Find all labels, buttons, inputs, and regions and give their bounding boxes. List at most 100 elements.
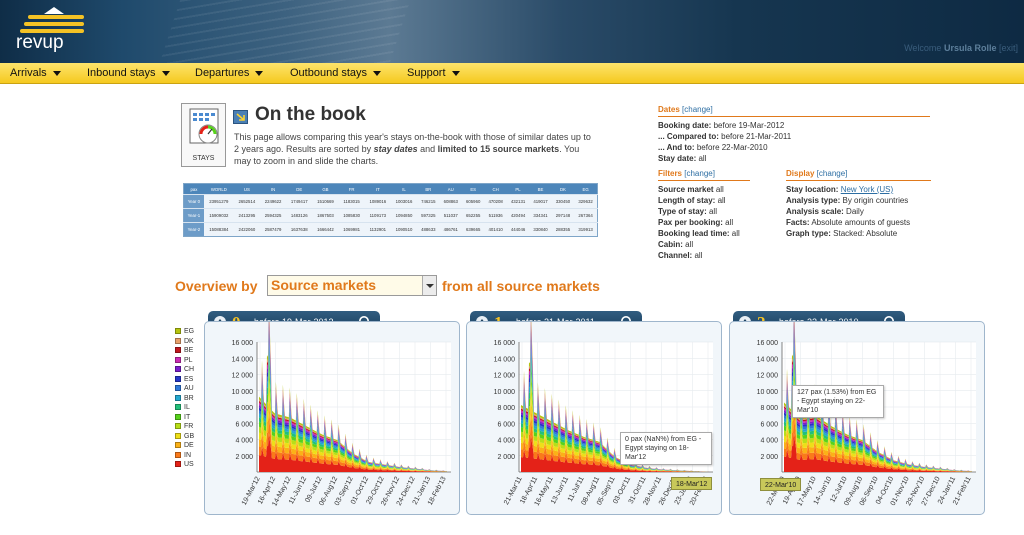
legend-swatch <box>175 366 181 373</box>
nav-support[interactable]: Support <box>407 63 460 84</box>
table-cell: 1132901 <box>364 222 391 237</box>
chart-panel: 16 000 14 000 12 000 10 000 8 000 6 000 4 000 2… <box>466 321 722 515</box>
table-cell: 334341 <box>529 208 552 223</box>
display-section: Display [change] Stay location: New York… <box>786 168 931 239</box>
y-tick-label: 6 000 <box>235 421 253 428</box>
table-cell: 15909032 <box>203 208 234 223</box>
table-cell: 1510669 <box>312 194 339 209</box>
table-cell: 2422060 <box>233 222 260 237</box>
row-header: Year-1 <box>183 208 204 223</box>
chevron-down-icon <box>255 70 264 76</box>
table-cell: 432131 <box>506 194 530 209</box>
y-tick-label: 16 000 <box>232 340 254 347</box>
table-cell: 1089016 <box>364 194 391 209</box>
table-cell: 420494 <box>506 208 530 223</box>
nav-departures[interactable]: Departures <box>195 63 264 84</box>
chevron-down-icon <box>52 70 61 76</box>
dates-change-link[interactable]: [change] <box>682 105 713 114</box>
table-cell: 2249622 <box>259 194 287 209</box>
table-cell: 639665 <box>461 222 485 237</box>
table-cell: 1749417 <box>286 194 313 209</box>
chevron-down-icon <box>373 70 382 76</box>
chart-panel: 16 000 14 000 12 000 10 000 8 000 6 000 4 000 2… <box>204 321 460 515</box>
y-tick-label: 10 000 <box>757 389 779 396</box>
table-header: ES <box>461 183 485 195</box>
table-cell: 267364 <box>574 208 598 223</box>
y-tick-label: 2 000 <box>497 454 515 461</box>
table-cell: 1666442 <box>312 222 339 237</box>
y-tick-label: 6 000 <box>497 421 515 428</box>
filters-title: Filters <box>658 169 683 178</box>
row-header: Year-2 <box>183 222 204 237</box>
table-cell: 1183015 <box>338 194 365 209</box>
legend-item: CH <box>175 365 194 375</box>
page-description: This page allows comparing this year's s… <box>234 132 591 166</box>
table-cell: 1094850 <box>390 208 418 223</box>
table-cell: 15088384 <box>203 222 234 237</box>
table-header: AU <box>439 183 462 195</box>
table-header: GB <box>312 183 339 195</box>
table-cell: 288355 <box>551 222 575 237</box>
date-flag: 18-Mar'12 <box>671 477 713 490</box>
legend-item: DK <box>175 337 194 347</box>
table-cell: 511936 <box>484 208 507 223</box>
table-row: Year-2 15088384 2422060 2587479 1637638 16664… <box>183 222 598 237</box>
legend-item: IT <box>175 413 194 423</box>
legend-swatch <box>175 413 181 420</box>
y-tick-label: 4 000 <box>235 438 253 445</box>
table-header: BE <box>529 183 552 195</box>
filter-item: Pax per booking: all <box>658 218 734 227</box>
table-cell: 2587479 <box>259 222 287 237</box>
y-tick-label: 6 000 <box>760 421 778 428</box>
expand-arrow-icon[interactable] <box>233 110 248 124</box>
exit-link[interactable]: [exit] <box>999 43 1018 53</box>
legend-item: BE <box>175 346 194 356</box>
legend-swatch <box>175 328 181 335</box>
table-cell: 1483126 <box>286 208 313 223</box>
legend-swatch <box>175 461 181 468</box>
legend-swatch <box>175 432 181 439</box>
chevron-down-icon[interactable] <box>422 276 436 295</box>
logo-text: revup <box>16 32 64 53</box>
y-tick-label: 8 000 <box>760 405 778 412</box>
nav-inbound-stays[interactable]: Inbound stays <box>87 63 170 84</box>
display-change-link[interactable]: [change] <box>817 169 848 178</box>
legend-item: AU <box>175 384 194 394</box>
filters-change-link[interactable]: [change] <box>684 169 715 178</box>
legend-item: US <box>175 460 194 470</box>
table-cell: 1085830 <box>338 208 365 223</box>
y-tick-label: 14 000 <box>232 356 254 363</box>
y-tick-label: 16 000 <box>494 340 516 347</box>
overview-suffix: from all source markets <box>442 278 600 294</box>
table-cell: 319913 <box>574 222 598 237</box>
table-cell: 330450 <box>551 194 575 209</box>
y-tick-label: 8 000 <box>497 405 515 412</box>
table-header: EG <box>574 183 598 195</box>
chart-tooltip: 0 pax (NaN%) from EG - Egypt staying on … <box>620 432 712 465</box>
display-item: Stay location: New York (US) <box>786 185 894 194</box>
comparison-table: pax WORLD US IN DE GB FR IT IL BR AU ES CH PL BE DK EG Ye… <box>183 183 598 237</box>
nav-outbound-stays[interactable]: Outbound stays <box>290 63 382 84</box>
display-item: Analysis scale: Daily <box>786 207 864 216</box>
table-cell: 419017 <box>529 194 552 209</box>
stacked-area-chart[interactable]: 16 000 14 000 12 000 10 000 8 000 6 000 4 000 2… <box>205 322 461 516</box>
table-header: PL <box>506 183 530 195</box>
welcome-text: Welcome Ursula Rolle [exit] <box>904 43 1018 53</box>
y-tick-label: 10 000 <box>232 389 254 396</box>
filter-item: Booking lead time: all <box>658 229 740 238</box>
legend-item: IL <box>175 403 194 413</box>
date-flag: 22-Mar'10 <box>760 478 802 491</box>
dates-section: Dates [change] Booking date: before 19-M… <box>658 104 930 164</box>
legend-swatch <box>175 385 181 392</box>
nav-arrivals[interactable]: Arrivals <box>10 63 61 84</box>
filter-item: Length of stay: all <box>658 196 726 205</box>
y-tick-label: 2 000 <box>760 454 778 461</box>
table-cell: 1003016 <box>390 194 418 209</box>
table-cell: 1090510 <box>390 222 418 237</box>
table-cell: 597325 <box>417 208 440 223</box>
y-tick-label: 4 000 <box>497 438 515 445</box>
table-cell: 23951279 <box>203 194 234 209</box>
overview-select[interactable]: Source markets <box>267 275 437 296</box>
table-cell: 1867503 <box>312 208 339 223</box>
y-tick-label: 12 000 <box>757 373 779 380</box>
